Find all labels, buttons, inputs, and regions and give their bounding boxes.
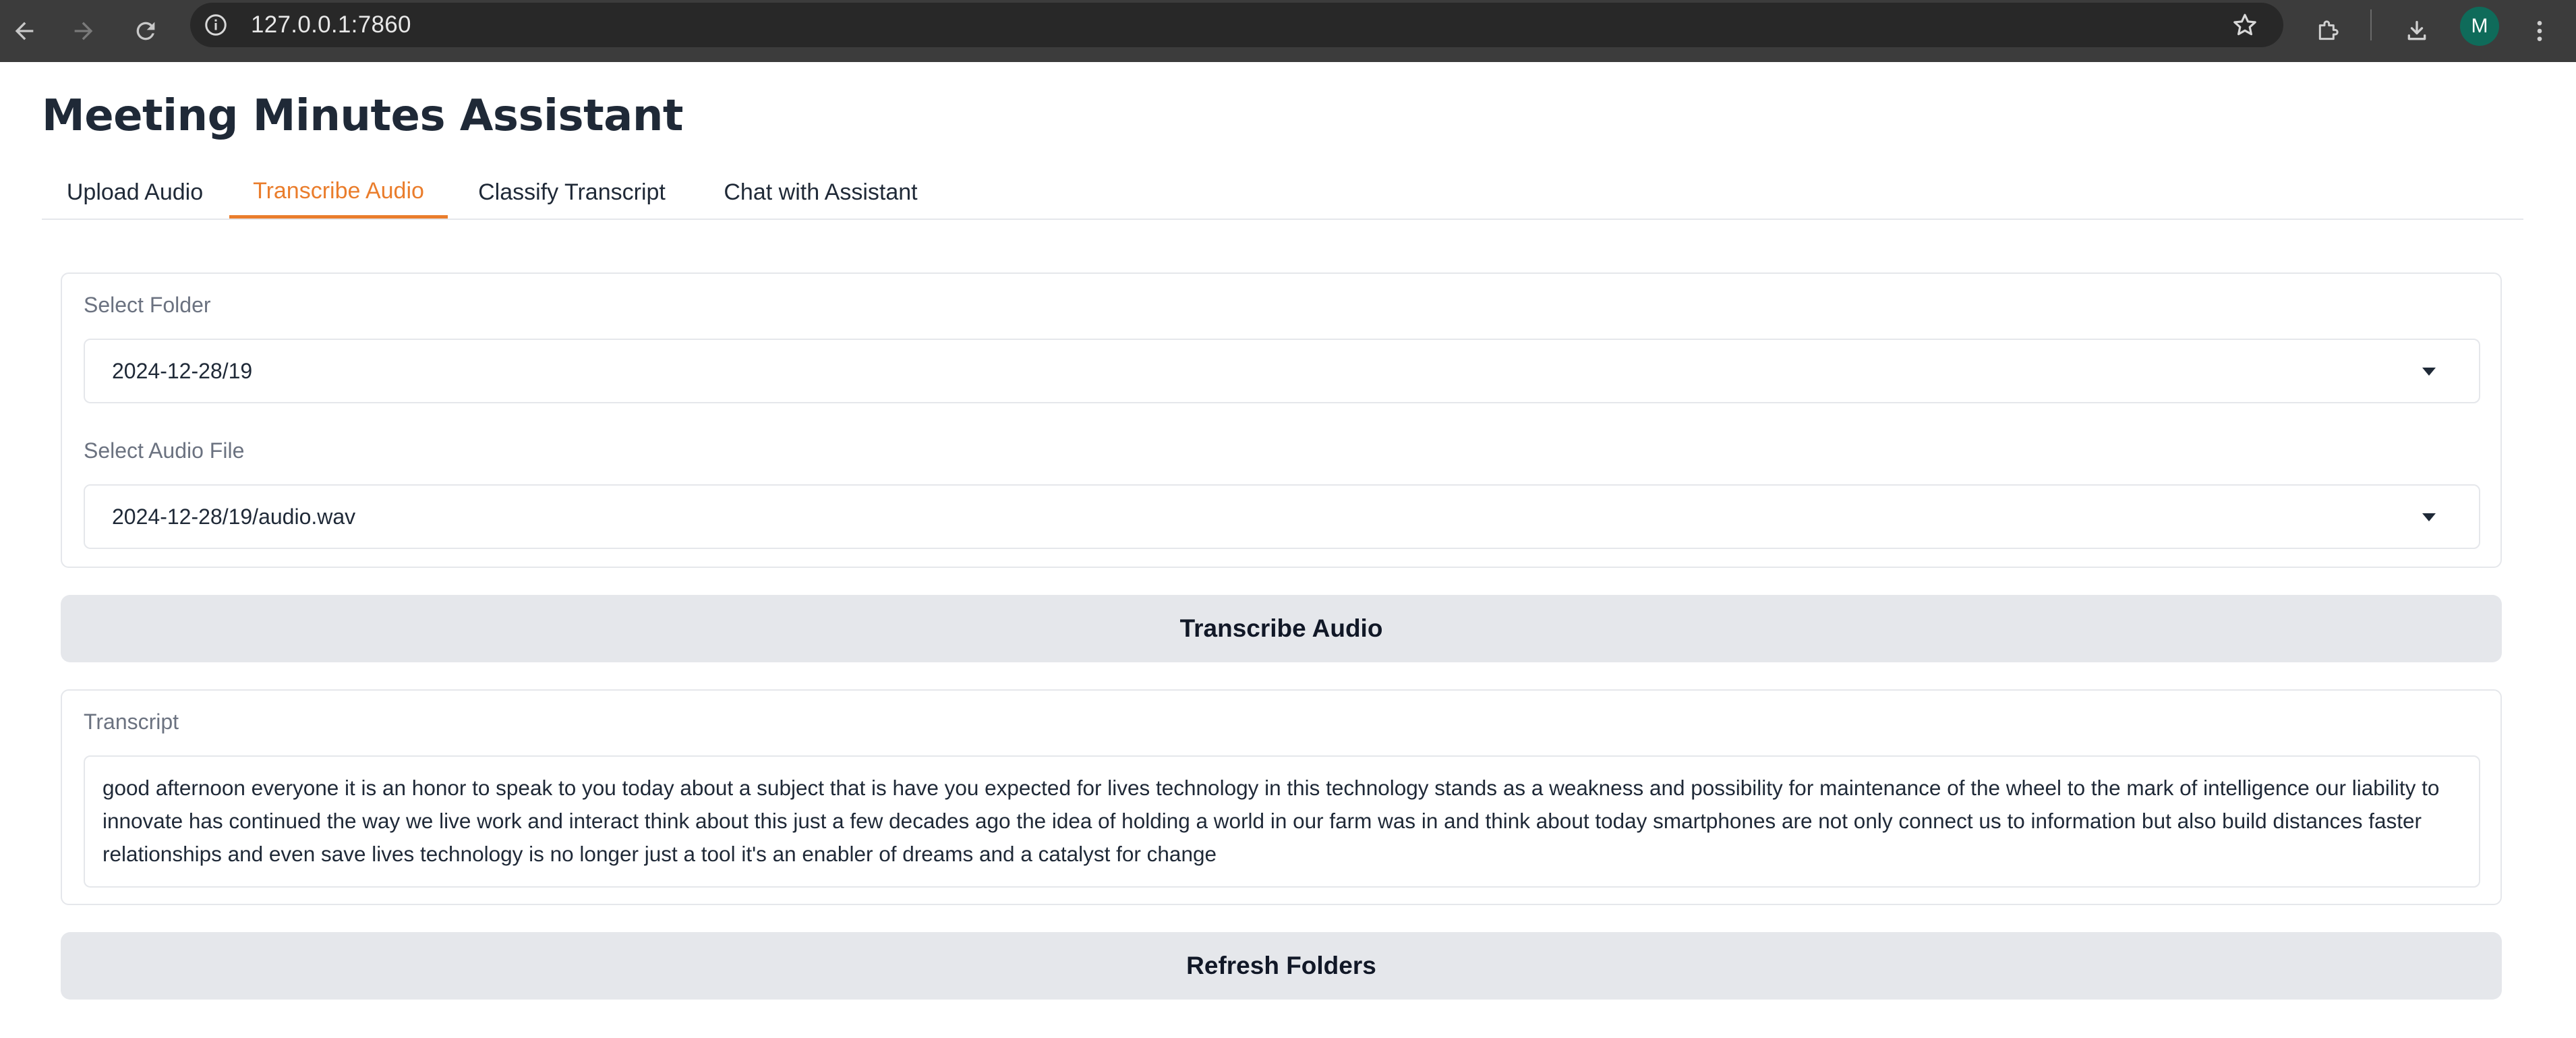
back-button[interactable] [3, 9, 46, 53]
browser-toolbar: 127.0.0.1:7860 M [0, 0, 2576, 62]
select-folder-dropdown[interactable]: 2024-12-28/19 [84, 339, 2480, 403]
select-audio-dropdown[interactable]: 2024-12-28/19/audio.wav [84, 484, 2480, 549]
select-audio-label: Select Audio File [84, 438, 245, 463]
select-folder-value: 2024-12-28/19 [112, 359, 253, 383]
address-bar[interactable]: 127.0.0.1:7860 [190, 3, 2283, 47]
toolbar-divider [2370, 9, 2372, 40]
transcript-textarea[interactable]: good afternoon everyone it is an honor t… [84, 755, 2480, 888]
puzzle-icon [2318, 20, 2339, 40]
tab-chat-with-assistant[interactable]: Chat with Assistant [696, 167, 945, 217]
selection-panel: Select Folder 2024-12-28/19 Select Audio… [61, 272, 2502, 568]
refresh-folders-button[interactable]: Refresh Folders [61, 932, 2502, 1000]
url-text[interactable]: 127.0.0.1:7860 [251, 11, 411, 38]
kebab-menu-icon [2537, 21, 2542, 41]
transcript-label: Transcript [84, 710, 179, 734]
caret-down-icon [2422, 368, 2436, 376]
reload-button[interactable] [124, 9, 167, 53]
tab-transcribe-audio[interactable]: Transcribe Audio [229, 167, 448, 219]
extensions-button[interactable] [2306, 9, 2349, 53]
arrow-right-icon [74, 22, 93, 40]
reload-icon [136, 22, 155, 40]
select-audio-value: 2024-12-28/19/audio.wav [112, 504, 356, 529]
info-icon[interactable] [204, 13, 228, 37]
transcript-panel: Transcript good afternoon everyone it is… [61, 689, 2502, 905]
tab-classify-transcript[interactable]: Classify Transcript [450, 167, 693, 217]
tab-upload-audio[interactable]: Upload Audio [42, 167, 228, 217]
transcribe-audio-button[interactable]: Transcribe Audio [61, 595, 2502, 662]
forward-button[interactable] [62, 9, 105, 53]
tab-bar: Upload Audio Transcribe Audio Classify T… [42, 167, 2523, 220]
profile-avatar[interactable]: M [2460, 7, 2499, 46]
arrow-left-icon [15, 22, 34, 40]
caret-down-icon [2422, 513, 2436, 521]
select-folder-label: Select Folder [84, 293, 211, 317]
downloads-button[interactable] [2395, 9, 2438, 53]
browser-menu-button[interactable] [2518, 9, 2561, 53]
download-icon [2407, 20, 2426, 40]
star-icon[interactable] [2231, 11, 2259, 39]
page-title: Meeting Minutes Assistant [42, 91, 684, 141]
